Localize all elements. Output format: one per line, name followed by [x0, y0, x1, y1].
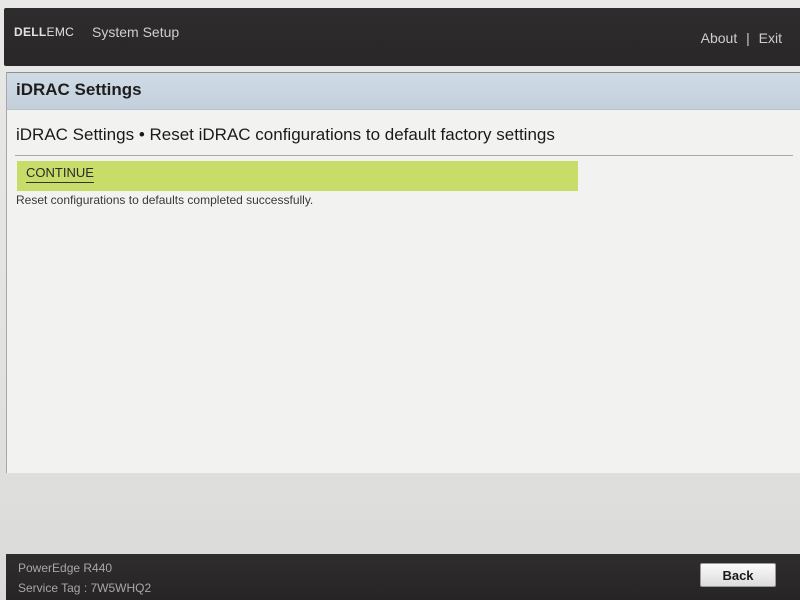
page-title: iDRAC Settings • Reset iDRAC configurati…	[16, 125, 555, 144]
title-divider	[15, 155, 793, 156]
screen: DELLEMC System Setup About | Exit iDRAC …	[0, 0, 800, 600]
logo-sub: EMC	[46, 25, 75, 39]
app-title: System Setup	[92, 24, 180, 40]
continue-row[interactable]: CONTINUE	[17, 161, 578, 191]
back-button[interactable]: Back	[700, 563, 776, 587]
system-model: PowerEdge R440	[18, 561, 113, 575]
panel-header-title: iDRAC Settings	[16, 80, 142, 99]
link-separator: |	[746, 30, 750, 46]
status-message: Reset configurations to defaults complet…	[16, 193, 314, 207]
about-link[interactable]: About	[701, 30, 738, 46]
exit-link[interactable]: Exit	[759, 30, 782, 46]
bottom-bar: PowerEdge R440 Service Tag : 7W5WHQ2 Bac…	[6, 554, 800, 600]
main-panel: iDRAC Settings iDRAC Settings • Reset iD…	[6, 72, 800, 473]
dell-emc-logo: DELLEMC	[14, 25, 74, 39]
service-tag: Service Tag : 7W5WHQ2	[18, 581, 152, 595]
top-bar: DELLEMC System Setup About | Exit	[4, 8, 800, 66]
panel-header: iDRAC Settings	[7, 73, 800, 110]
top-links: About | Exit	[701, 30, 782, 46]
logo-brand: DELL	[14, 25, 47, 39]
continue-button[interactable]: CONTINUE	[26, 165, 94, 183]
